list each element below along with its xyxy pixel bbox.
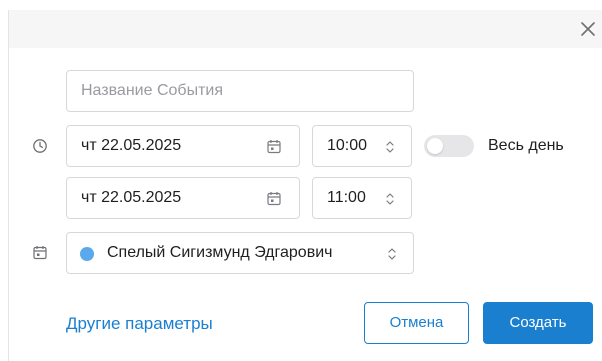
chevron-up-down-icon	[388, 248, 396, 260]
close-button[interactable]	[577, 18, 599, 40]
start-date-field[interactable]: чт 22.05.2025	[66, 125, 300, 167]
dialog-border	[8, 48, 9, 361]
calendar-icon	[267, 192, 281, 206]
toggle-knob	[427, 138, 443, 154]
all-day-label: Весь день	[488, 137, 564, 154]
start-time-value: 10:00	[327, 137, 368, 154]
more-options-link[interactable]: Другие параметры	[66, 313, 213, 335]
owner-name: Спелый Сигизмунд Эдгарович	[107, 244, 333, 261]
end-time-value: 11:00	[327, 189, 366, 206]
chevron-up-down-icon	[386, 141, 394, 153]
close-icon	[581, 22, 595, 36]
start-time-field[interactable]: 10:00	[312, 125, 412, 167]
end-time-field[interactable]: 11:00	[312, 177, 412, 219]
clock-icon	[33, 139, 47, 153]
end-date-value: чт 22.05.2025	[81, 189, 182, 206]
event-title-input[interactable]	[66, 70, 414, 112]
cancel-button[interactable]: Отмена	[364, 302, 469, 344]
calendar-icon	[33, 246, 47, 260]
chevron-up-down-icon	[386, 193, 394, 205]
create-button[interactable]: Создать	[483, 302, 593, 344]
calendar-icon	[267, 140, 281, 154]
dialog-header	[8, 10, 602, 48]
end-date-field[interactable]: чт 22.05.2025	[66, 177, 300, 219]
calendar-owner-select[interactable]: Спелый Сигизмунд Эдгарович	[66, 232, 414, 274]
owner-color-dot	[80, 247, 94, 261]
all-day-toggle[interactable]	[424, 135, 474, 157]
start-date-value: чт 22.05.2025	[81, 137, 182, 154]
